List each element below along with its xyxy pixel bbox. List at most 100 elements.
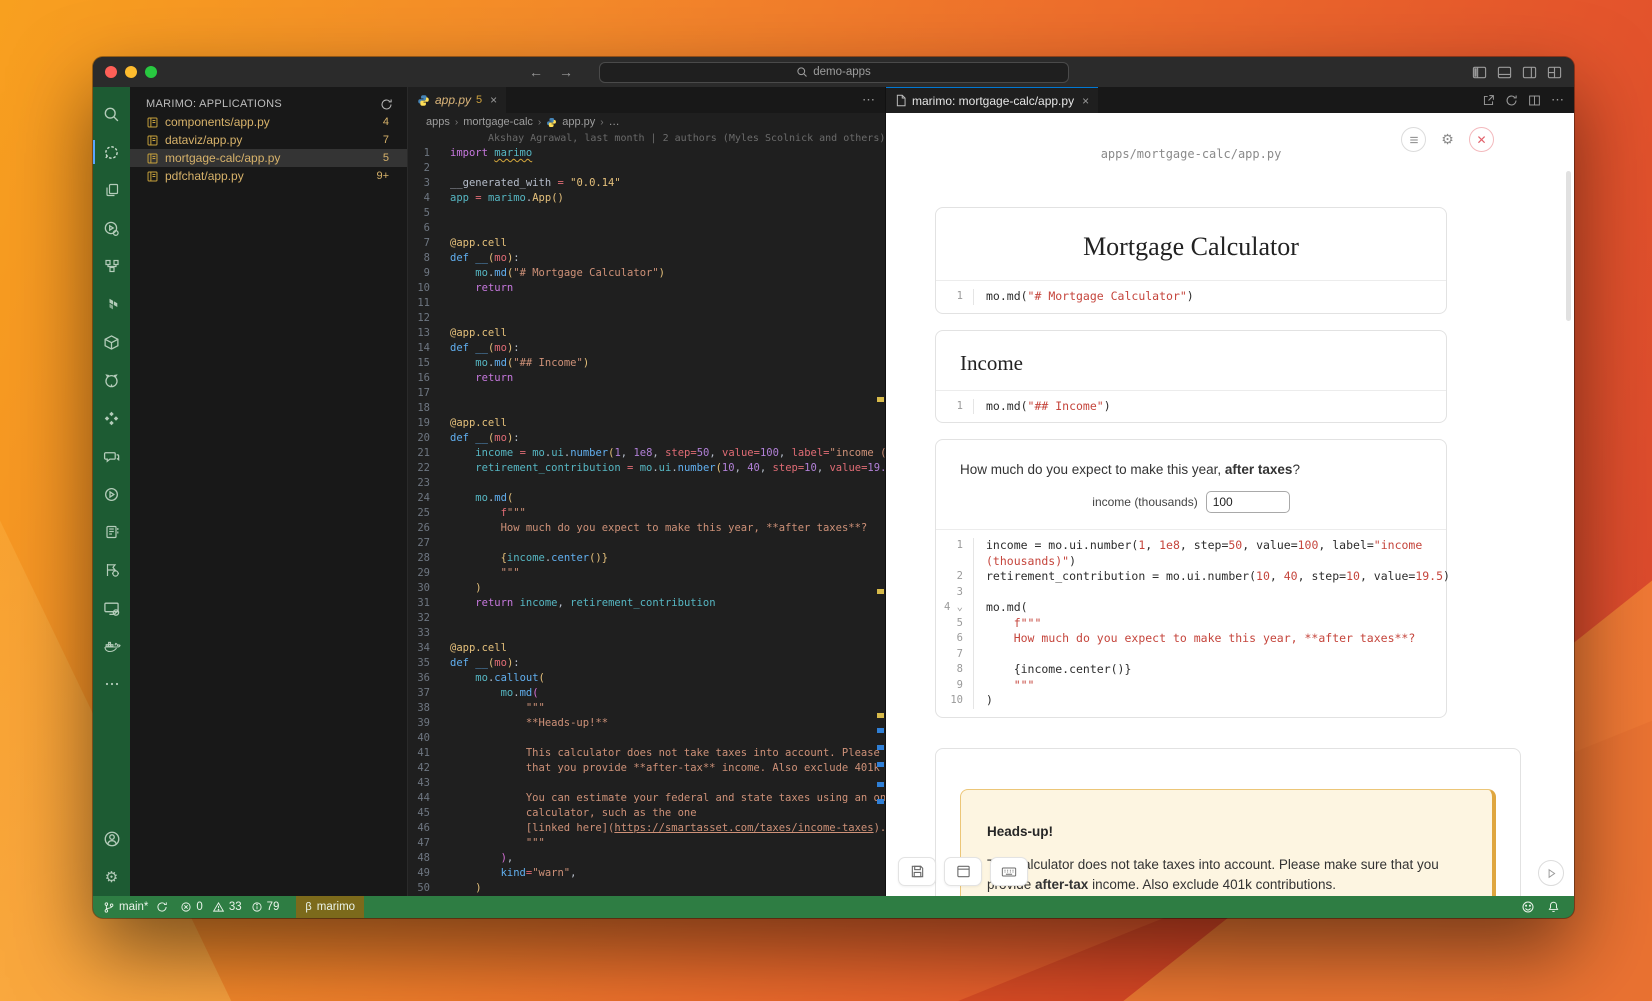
- code-line[interactable]: 1mo.md("# Mortgage Calculator"): [944, 289, 1446, 305]
- code-line[interactable]: 11: [408, 296, 885, 311]
- notifications-bell-icon[interactable]: [1547, 900, 1560, 914]
- toggle-sidebar-left-icon[interactable]: [1472, 65, 1487, 80]
- nav-back-icon[interactable]: ←: [529, 64, 543, 80]
- app-settings-gear-icon[interactable]: ⚙: [1435, 127, 1460, 152]
- run-circle-icon[interactable]: [93, 475, 130, 513]
- code-line[interactable]: 17: [408, 386, 885, 401]
- settings-gear-icon[interactable]: ⚙: [93, 858, 130, 896]
- code-line[interactable]: 8 {income.center()}: [944, 662, 1446, 678]
- code-line[interactable]: 29 """: [408, 566, 885, 581]
- cell-code[interactable]: 1income = mo.ui.number(1, 1e8, step=50, …: [936, 529, 1446, 717]
- panels-button[interactable]: [944, 857, 982, 886]
- code-line[interactable]: (thousands)"): [944, 554, 1446, 570]
- github-icon[interactable]: [93, 361, 130, 399]
- code-line[interactable]: 8def __(mo):: [408, 251, 885, 266]
- keyboard-shortcuts-button[interactable]: [990, 857, 1028, 886]
- code-line[interactable]: 38 """: [408, 701, 885, 716]
- code-line[interactable]: 13@app.cell: [408, 326, 885, 341]
- code-line[interactable]: 7@app.cell: [408, 236, 885, 251]
- webview-more-icon[interactable]: ⋯: [1551, 92, 1564, 108]
- debug-icon[interactable]: [93, 551, 130, 589]
- code-line[interactable]: 46 [linked here](https://smartasset.com/…: [408, 821, 885, 836]
- feedback-smiley-icon[interactable]: [1521, 900, 1535, 914]
- code-line[interactable]: 43: [408, 776, 885, 791]
- code-editor[interactable]: 1import marimo23__generated_with = "0.0.…: [408, 146, 885, 896]
- code-line[interactable]: 25 f""": [408, 506, 885, 521]
- reload-icon[interactable]: [1505, 94, 1518, 107]
- open-external-icon[interactable]: [1482, 94, 1495, 107]
- code-line[interactable]: 27: [408, 536, 885, 551]
- code-line[interactable]: 10 return: [408, 281, 885, 296]
- editor-actions-more-icon[interactable]: ⋯: [862, 92, 875, 108]
- code-line[interactable]: 50 ): [408, 881, 885, 896]
- code-line[interactable]: 4app = marimo.App(): [408, 191, 885, 206]
- git-branch-status[interactable]: main*: [103, 901, 168, 914]
- code-line[interactable]: 7: [944, 647, 1446, 663]
- code-line[interactable]: 26 How much do you expect to make this y…: [408, 521, 885, 536]
- pages-icon[interactable]: [93, 171, 130, 209]
- code-line[interactable]: 1import marimo: [408, 146, 885, 161]
- marimo-status-chip[interactable]: β marimo: [296, 896, 364, 918]
- code-line[interactable]: 44 You can estimate your federal and sta…: [408, 791, 885, 806]
- nav-forward-icon[interactable]: →: [559, 64, 573, 80]
- code-line[interactable]: 10): [944, 693, 1446, 709]
- income-number-input[interactable]: [1206, 491, 1290, 513]
- code-line[interactable]: 34@app.cell: [408, 641, 885, 656]
- code-line[interactable]: 33: [408, 626, 885, 641]
- code-line[interactable]: 5: [408, 206, 885, 221]
- sidebar-file-item[interactable]: pdfchat/app.py 9+: [130, 167, 407, 185]
- sidebar-file-item[interactable]: mortgage-calc/app.py 5: [130, 149, 407, 167]
- toggle-sidebar-right-icon[interactable]: [1522, 65, 1537, 80]
- refresh-icon[interactable]: [380, 98, 393, 111]
- code-line[interactable]: 3: [944, 585, 1446, 601]
- code-line[interactable]: 14def __(mo):: [408, 341, 885, 356]
- docker-icon[interactable]: [93, 627, 130, 665]
- code-line[interactable]: 40: [408, 731, 885, 746]
- close-window-button[interactable]: [105, 66, 117, 78]
- code-line[interactable]: 9 """: [944, 678, 1446, 694]
- code-line[interactable]: 12: [408, 311, 885, 326]
- sidebar-file-item[interactable]: components/app.py 4: [130, 113, 407, 131]
- code-line[interactable]: 39 **Heads-up!**: [408, 716, 885, 731]
- sidebar-file-item[interactable]: dataviz/app.py 7: [130, 131, 407, 149]
- code-line[interactable]: 35def __(mo):: [408, 656, 885, 671]
- code-line[interactable]: 6 How much do you expect to make this ye…: [944, 631, 1446, 647]
- code-line[interactable]: 49 kind="warn",: [408, 866, 885, 881]
- breadcrumb[interactable]: apps›mortgage-calc›app.py›…: [408, 113, 885, 131]
- code-line[interactable]: 19@app.cell: [408, 416, 885, 431]
- code-line[interactable]: 2: [408, 161, 885, 176]
- code-line[interactable]: 48 ),: [408, 851, 885, 866]
- code-line[interactable]: 3__generated_with = "0.0.14": [408, 176, 885, 191]
- code-line[interactable]: 30 ): [408, 581, 885, 596]
- customize-layout-icon[interactable]: [1547, 65, 1562, 80]
- code-line[interactable]: 32: [408, 611, 885, 626]
- shutdown-icon[interactable]: ✕: [1469, 127, 1494, 152]
- command-center-search[interactable]: demo-apps: [599, 62, 1069, 83]
- sync-icon[interactable]: [156, 901, 168, 913]
- run-app-button[interactable]: [1538, 860, 1564, 886]
- code-line[interactable]: 28 {income.center()}: [408, 551, 885, 566]
- code-line[interactable]: 1mo.md("## Income"): [944, 399, 1446, 415]
- code-line[interactable]: 18: [408, 401, 885, 416]
- code-line[interactable]: 16 return: [408, 371, 885, 386]
- remote-monitor-icon[interactable]: [93, 589, 130, 627]
- search-icon[interactable]: [93, 95, 130, 133]
- webview-scrollbar[interactable]: [1566, 171, 1571, 321]
- close-tab-icon[interactable]: ×: [490, 93, 497, 107]
- code-line[interactable]: 42 that you provide **after-tax** income…: [408, 761, 885, 776]
- menu-icon[interactable]: [1401, 127, 1426, 152]
- code-line[interactable]: 5 f""": [944, 616, 1446, 632]
- code-line[interactable]: 1income = mo.ui.number(1, 1e8, step=50, …: [944, 538, 1446, 554]
- code-line[interactable]: 47 """: [408, 836, 885, 851]
- problems-status[interactable]: 0 33 79: [180, 901, 284, 913]
- code-line[interactable]: 15 mo.md("## Income"): [408, 356, 885, 371]
- cell-code[interactable]: 1mo.md("## Income"): [936, 390, 1446, 423]
- minimize-window-button[interactable]: [125, 66, 137, 78]
- save-button[interactable]: [898, 857, 936, 886]
- code-line[interactable]: 2retirement_contribution = mo.ui.number(…: [944, 569, 1446, 585]
- code-line[interactable]: 24 mo.md(: [408, 491, 885, 506]
- notebook-icon[interactable]: [93, 513, 130, 551]
- terraform-icon[interactable]: [93, 285, 130, 323]
- code-line[interactable]: 9 mo.md("# Mortgage Calculator"): [408, 266, 885, 281]
- code-line[interactable]: 20def __(mo):: [408, 431, 885, 446]
